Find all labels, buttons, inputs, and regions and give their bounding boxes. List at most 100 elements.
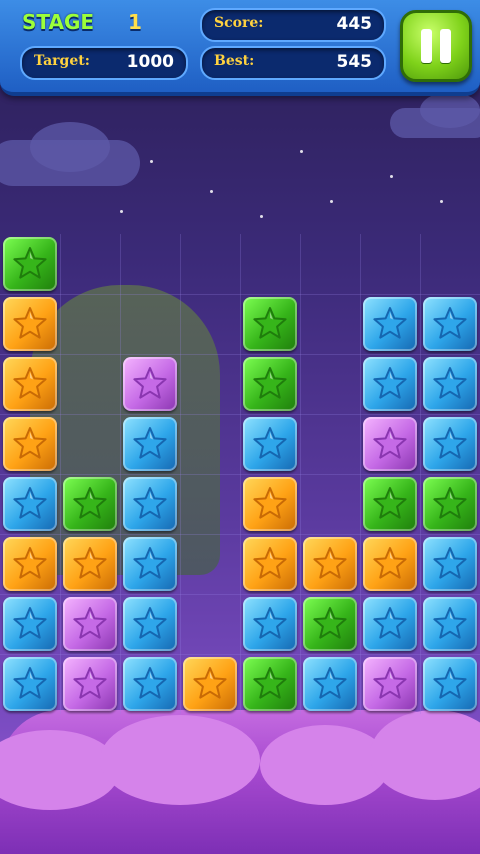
star-icon	[373, 307, 407, 339]
orange-star-block[interactable]	[3, 297, 57, 351]
star-icon	[13, 247, 47, 279]
blue-star-block[interactable]	[423, 357, 477, 411]
star-icon	[313, 547, 347, 579]
blue-star-block[interactable]	[123, 417, 177, 471]
best-display: Best: 545	[200, 46, 386, 80]
orange-star-block[interactable]	[363, 537, 417, 591]
score-value: 445	[336, 14, 373, 34]
cloud-puff	[370, 710, 480, 800]
blue-star-block[interactable]	[423, 657, 477, 711]
blue-star-block[interactable]	[123, 657, 177, 711]
star-icon	[433, 307, 467, 339]
orange-star-block[interactable]	[3, 417, 57, 471]
star-icon	[13, 487, 47, 519]
green-star-block[interactable]	[243, 657, 297, 711]
star-icon	[13, 607, 47, 639]
green-star-block[interactable]	[363, 477, 417, 531]
pause-button[interactable]	[400, 10, 472, 82]
blue-star-block[interactable]	[363, 357, 417, 411]
star-sparkle	[300, 150, 303, 153]
purple-star-block[interactable]	[63, 657, 117, 711]
star-icon	[433, 487, 467, 519]
orange-star-block[interactable]	[243, 537, 297, 591]
green-star-block[interactable]	[243, 297, 297, 351]
star-icon	[373, 367, 407, 399]
star-icon	[13, 547, 47, 579]
purple-star-block[interactable]	[363, 657, 417, 711]
grid-line	[0, 654, 480, 655]
blue-star-block[interactable]	[3, 477, 57, 531]
star-icon	[133, 427, 167, 459]
purple-star-block[interactable]	[123, 357, 177, 411]
star-icon	[73, 487, 107, 519]
blue-star-block[interactable]	[243, 417, 297, 471]
grid-line	[0, 414, 480, 415]
target-display: Target: 1000	[20, 46, 188, 80]
star-icon	[253, 367, 287, 399]
pink-clouds-footer	[0, 710, 480, 854]
star-icon	[313, 667, 347, 699]
purple-star-block[interactable]	[63, 597, 117, 651]
orange-star-block[interactable]	[3, 537, 57, 591]
star-icon	[373, 607, 407, 639]
star-icon	[13, 367, 47, 399]
green-star-block[interactable]	[3, 237, 57, 291]
orange-star-block[interactable]	[243, 477, 297, 531]
star-sparkle	[120, 210, 123, 213]
pause-icon	[421, 29, 432, 63]
star-icon	[13, 307, 47, 339]
purple-star-block[interactable]	[363, 417, 417, 471]
blue-star-block[interactable]	[363, 597, 417, 651]
star-sparkle	[440, 200, 443, 203]
game-board	[0, 234, 480, 714]
stage-label: STAGE	[22, 10, 95, 34]
grid-line	[0, 474, 480, 475]
star-icon	[13, 667, 47, 699]
orange-star-block[interactable]	[3, 357, 57, 411]
score-label: Score:	[214, 15, 264, 31]
star-icon	[433, 607, 467, 639]
star-sparkle	[260, 215, 263, 218]
best-value: 545	[336, 52, 373, 72]
green-star-block[interactable]	[423, 477, 477, 531]
green-star-block[interactable]	[303, 597, 357, 651]
blue-star-block[interactable]	[3, 597, 57, 651]
blue-star-block[interactable]	[123, 537, 177, 591]
grid-line	[0, 354, 480, 355]
blue-star-block[interactable]	[423, 417, 477, 471]
blue-star-block[interactable]	[123, 477, 177, 531]
orange-star-block[interactable]	[183, 657, 237, 711]
star-sparkle	[390, 175, 393, 178]
blue-star-block[interactable]	[363, 297, 417, 351]
cloud-right-puff	[420, 92, 480, 128]
blue-star-block[interactable]	[303, 657, 357, 711]
blue-star-block[interactable]	[423, 297, 477, 351]
star-icon	[253, 307, 287, 339]
grid-line	[0, 294, 480, 295]
blue-star-block[interactable]	[123, 597, 177, 651]
blue-star-block[interactable]	[423, 537, 477, 591]
blue-star-block[interactable]	[243, 597, 297, 651]
star-icon	[133, 547, 167, 579]
star-icon	[253, 487, 287, 519]
cloud-puff	[260, 725, 390, 805]
green-star-block[interactable]	[243, 357, 297, 411]
green-star-block[interactable]	[63, 477, 117, 531]
orange-star-block[interactable]	[63, 537, 117, 591]
cloud-puff	[100, 715, 260, 805]
score-display: Score: 445	[200, 8, 386, 42]
star-sparkle	[330, 200, 333, 203]
star-icon	[13, 427, 47, 459]
star-icon	[373, 487, 407, 519]
best-label: Best:	[214, 53, 255, 69]
target-label: Target:	[34, 53, 90, 69]
grid-line	[0, 534, 480, 535]
blue-star-block[interactable]	[3, 657, 57, 711]
star-icon	[373, 427, 407, 459]
star-icon	[73, 667, 107, 699]
star-icon	[133, 487, 167, 519]
grid-line	[0, 594, 480, 595]
blue-star-block[interactable]	[423, 597, 477, 651]
orange-star-block[interactable]	[303, 537, 357, 591]
star-icon	[373, 547, 407, 579]
